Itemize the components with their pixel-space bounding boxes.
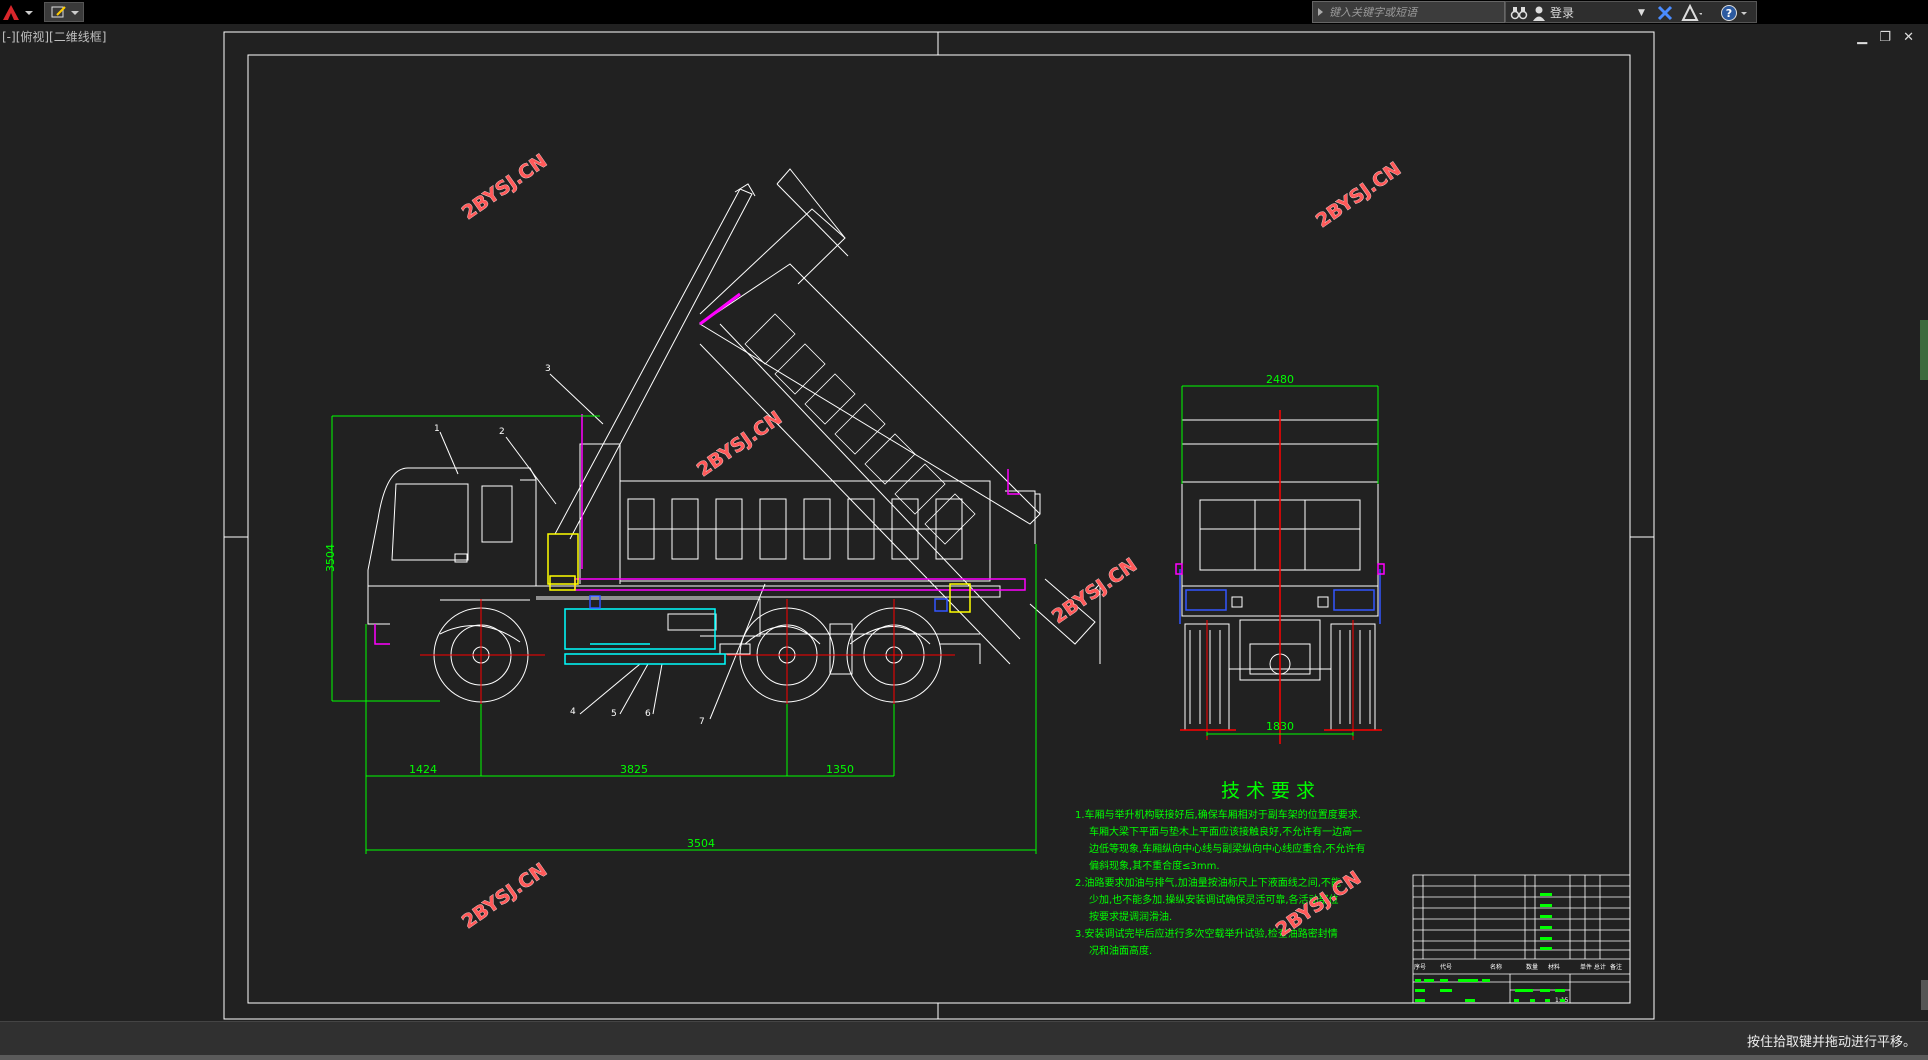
tech-requirements: 技 术 要 求 1.车厢与举升机构联接好后,确保车厢相对于副车架的位置度要求. … <box>1075 780 1365 957</box>
dim-total: 3504 <box>687 837 715 850</box>
title-block-header: 名称 <box>1490 963 1502 971</box>
dim-width-bottom: 1830 <box>1266 720 1294 733</box>
search-input[interactable] <box>1329 3 1501 21</box>
tech-line: 偏斜现象,其不重合度≤3mm. <box>1089 859 1220 872</box>
navigation-bar-handle[interactable] <box>1920 320 1928 380</box>
dim-wheelbase: 3825 <box>620 763 648 776</box>
login-button[interactable]: 登录 <box>1550 4 1574 22</box>
tech-title: 技 术 要 求 <box>1221 780 1315 802</box>
info-center: 登录 ▼ ? <box>1505 1 1757 23</box>
part-label: 4 <box>570 707 576 717</box>
help-icon[interactable]: ? <box>1720 4 1750 22</box>
dim-rear-axle-spacing: 1350 <box>826 763 854 776</box>
user-icon <box>1533 6 1545 21</box>
part-label: 2 <box>499 427 505 437</box>
app-menu-button[interactable] <box>0 2 38 22</box>
sheet-border <box>223 31 1655 1020</box>
watermark: 2BYSJ.CN <box>458 150 551 224</box>
edit-icon <box>51 6 79 18</box>
title-block-header: 材料 <box>1548 963 1560 971</box>
watermark: 2BYSJ.CN <box>1312 158 1405 232</box>
side-dimensions <box>331 415 1037 854</box>
scroll-handle[interactable] <box>1921 980 1928 1010</box>
search-box[interactable] <box>1312 1 1505 23</box>
drawing-canvas[interactable]: 3504 1424 3825 1350 3504 1 2 3 4 5 6 7 2… <box>0 24 1928 1021</box>
title-block-header: 序号 <box>1414 963 1426 971</box>
dim-front-overhang: 1424 <box>409 763 437 776</box>
title-block <box>1412 874 1631 1004</box>
title-bar: 登录 ▼ ? <box>0 0 1928 24</box>
dim-height: 3504 <box>324 544 337 572</box>
title-block-header: 代号 <box>1440 963 1452 971</box>
dim-width-top: 2480 <box>1266 373 1294 386</box>
autodesk-a360-icon[interactable] <box>1680 4 1702 22</box>
title-block-header: 数量 <box>1526 963 1538 971</box>
watermark: 2BYSJ.CN <box>693 407 786 481</box>
bottom-strip <box>0 1055 1928 1060</box>
title-block-fills <box>1415 893 1565 1002</box>
tech-line: 况和油面高度. <box>1089 944 1152 957</box>
binoculars-icon[interactable] <box>1510 4 1528 22</box>
status-text: 按住拾取键并拖动进行平移。 <box>1746 1035 1916 1050</box>
tech-line: 车厢大梁下平面与垫木上平面应该接触良好,不允许有一边高一 <box>1089 825 1362 838</box>
title-block-header: 备注 <box>1610 963 1622 971</box>
title-block-headers: 序号 代号 名称 数量 材料 单件 总计 备注 1:15 <box>1414 963 1622 1004</box>
tech-line: 按要求提调润滑油. <box>1089 910 1172 923</box>
part-label: 1 <box>434 424 440 434</box>
part-label: 3 <box>545 364 551 374</box>
center-lines <box>420 599 955 714</box>
part-label: 7 <box>699 717 705 727</box>
triangle-right-icon <box>1318 8 1323 16</box>
login-dropdown-icon[interactable]: ▼ <box>1638 4 1645 22</box>
tech-line: 2.油路要求加油与排气,加油量按油标尺上下液面线之间,不能 <box>1075 876 1341 889</box>
tech-line: 边低等现象,车厢纵向中心线与副梁纵向中心线应重合,不允许有 <box>1089 842 1365 855</box>
tech-line: 1.车厢与举升机构联接好后,确保车厢相对于副车架的位置度要求. <box>1075 808 1361 821</box>
status-bar: 按住拾取键并拖动进行平移。 <box>0 1021 1928 1055</box>
title-block-header: 单件 总计 <box>1580 963 1606 971</box>
part-labels: 1 2 3 4 5 6 7 <box>434 364 705 727</box>
part-label: 5 <box>611 709 617 719</box>
part-label: 6 <box>645 709 651 719</box>
watermark: 2BYSJ.CN <box>1048 554 1141 628</box>
exchange-icon[interactable] <box>1656 4 1674 22</box>
svg-text:?: ? <box>1726 7 1732 20</box>
quick-access-edit-button[interactable] <box>44 2 84 22</box>
watermark: 2BYSJ.CN <box>458 859 551 933</box>
autocad-logo-icon <box>3 5 33 20</box>
rear-view-colored <box>1175 410 1385 744</box>
